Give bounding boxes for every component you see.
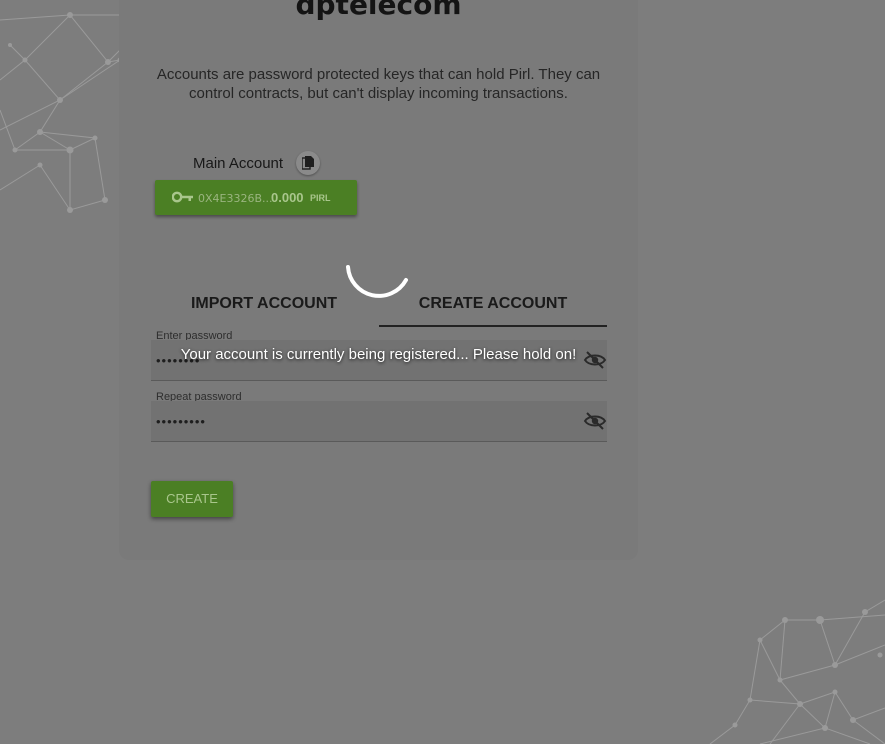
account-currency: PIRL <box>310 193 331 203</box>
key-icon <box>172 191 193 203</box>
account-balance: 0.000 <box>271 190 304 205</box>
create-account-button[interactable]: CREATE <box>151 481 233 517</box>
copy-icon <box>302 156 314 170</box>
account-address: 0X4E3326B... <box>198 192 273 205</box>
repeat-password-value: ••••••••• <box>156 414 206 429</box>
main-account-chip[interactable]: 0X4E3326B... 0.000 PIRL <box>155 180 357 215</box>
repeat-password-field[interactable]: ••••••••• <box>151 401 607 442</box>
registration-status-message: Your account is currently being register… <box>180 346 577 363</box>
tab-create-account[interactable]: CREATE ACCOUNT <box>379 295 607 313</box>
accounts-description: Accounts are password protected keys tha… <box>156 66 601 102</box>
main-account-label: Main Account <box>193 155 284 172</box>
active-tab-indicator <box>379 325 607 327</box>
brand-title: dptelecom <box>295 0 462 21</box>
tab-import-account[interactable]: IMPORT ACCOUNT <box>150 295 378 313</box>
copy-address-button[interactable] <box>296 151 320 175</box>
eye-off-icon[interactable] <box>583 412 607 430</box>
